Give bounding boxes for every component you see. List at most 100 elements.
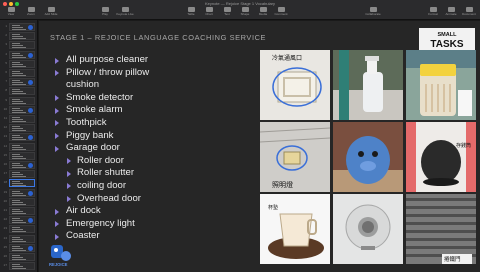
navigator-slide-item[interactable]: 19 <box>2 188 36 198</box>
slide-thumbnail[interactable] <box>9 234 35 243</box>
collaborate-button[interactable]: Collaborate <box>364 7 382 19</box>
comment-button[interactable]: Comment <box>272 7 290 19</box>
bullet-text: Air dock <box>66 205 101 217</box>
navigator-slide-item[interactable]: 9 <box>2 96 36 106</box>
navigator-slide-item[interactable]: 16 <box>2 161 36 170</box>
slide-navigator[interactable]: 1 2 3 4 5 6 7 8 9 10 11 12 13 14 15 16 17 18 19 20 21 22 23 24 2… <box>0 20 38 272</box>
slide-thumbnail[interactable] <box>9 243 35 252</box>
navigator-slide-item[interactable]: 24 <box>2 234 36 244</box>
slide-thumbnail[interactable] <box>9 142 35 151</box>
thumbnail-text-line <box>12 183 23 185</box>
slide-thumbnail[interactable] <box>9 161 35 169</box>
navigator-slide-item[interactable]: 7 <box>2 78 36 87</box>
slide-thumbnail[interactable] <box>9 41 35 50</box>
thumbnail-text-line <box>12 236 20 238</box>
navigator-slide-item[interactable]: 4 <box>2 50 36 60</box>
add-slide-button[interactable]: Add Slide <box>42 7 60 19</box>
thumbnail-text-line <box>12 157 26 159</box>
shape-button[interactable]: Shape <box>236 7 254 19</box>
chart-button[interactable]: Chart <box>200 7 218 19</box>
animate-button[interactable]: Animate <box>442 7 460 19</box>
thumbnail-text-line <box>12 155 23 157</box>
navigator-slide-item[interactable]: 26 <box>2 253 36 262</box>
navigator-slide-item[interactable]: 10 <box>2 105 36 115</box>
thumbnail-text-line <box>12 218 20 220</box>
navigator-slide-item[interactable]: 22 <box>2 216 36 225</box>
format-label: Format <box>428 12 438 16</box>
navigator-slide-item[interactable]: 15 <box>2 151 36 161</box>
navigator-slide-item[interactable]: 12 <box>2 124 36 133</box>
navigator-slide-item[interactable]: 13 <box>2 133 36 142</box>
slide-thumbnail[interactable] <box>9 197 35 206</box>
bullet-item: All purpose cleaner <box>53 54 253 67</box>
thumbnail-text-line <box>12 56 26 58</box>
navigator-slide-item[interactable]: 11 <box>2 115 36 124</box>
slide-thumbnail[interactable] <box>9 124 35 133</box>
navigator-slide-item[interactable]: 1 <box>2 23 36 32</box>
thumbnail-text-line <box>12 119 23 120</box>
navigator-slide-item[interactable]: 27 <box>2 262 36 271</box>
slide-thumbnail[interactable] <box>9 78 35 87</box>
thumbnail-text-line <box>12 190 20 192</box>
navigator-slide-item[interactable]: 8 <box>2 87 36 96</box>
thumbnail-text-line <box>12 222 26 224</box>
bullet-text: Roller door <box>77 154 124 166</box>
smoke-detector-illustration <box>333 194 403 264</box>
navigator-slide-item[interactable]: 25 <box>2 243 36 253</box>
navigator-slide-item[interactable]: 23 <box>2 225 36 234</box>
view-button[interactable]: View <box>2 7 20 19</box>
slide-thumbnail[interactable] <box>9 96 35 105</box>
media-button[interactable]: Media <box>254 7 272 19</box>
navigator-slide-item[interactable]: 17 <box>2 170 36 179</box>
text-button[interactable]: Text <box>218 7 236 19</box>
navigator-slide-item[interactable]: 2 <box>2 32 36 41</box>
thumbnail-text-line <box>12 238 23 240</box>
bullet-arrow-icon <box>55 95 59 102</box>
navigator-slide-item[interactable]: 20 <box>2 197 36 207</box>
slide-number: 6 <box>5 70 7 74</box>
thumbnail-text-line <box>12 240 26 242</box>
navigator-slide-item[interactable]: 18 <box>2 179 36 188</box>
slide-thumbnail[interactable] <box>9 207 35 215</box>
slide-thumbnail[interactable] <box>9 253 35 261</box>
navigator-slide-item[interactable]: 21 <box>2 207 36 216</box>
navigator-slide-item[interactable]: 14 <box>2 142 36 152</box>
navigator-slide-item[interactable]: 5 <box>2 59 36 69</box>
keynote-live-label: Keynote Live <box>116 12 134 16</box>
thumbnail-text-line <box>12 73 23 74</box>
format-button[interactable]: Format <box>424 7 442 19</box>
thumbnail-logo-mark <box>28 107 33 113</box>
thumbnail-logo-mark <box>28 80 33 86</box>
slide-thumbnail[interactable] <box>9 59 35 68</box>
slide-number: 19 <box>3 189 7 194</box>
thumbnail-text-line <box>12 257 23 258</box>
slide-thumbnail[interactable] <box>9 23 35 31</box>
bullet-item: Air dock <box>53 205 253 218</box>
slide-thumbnail[interactable] <box>9 133 35 142</box>
table-button[interactable]: Table <box>182 7 200 19</box>
navigator-slide-item[interactable]: 3 <box>2 41 36 50</box>
vocabulary-list: All purpose cleaner Pillow / throw pillow… <box>53 54 253 243</box>
slide-thumbnail[interactable] <box>9 179 35 188</box>
slide-thumbnail[interactable] <box>9 170 35 179</box>
thumbnail-text-line <box>12 227 20 229</box>
play-button[interactable]: Play <box>96 7 114 19</box>
slide-thumbnail[interactable] <box>9 105 35 114</box>
slide-thumbnail[interactable] <box>9 216 35 225</box>
slide-thumbnail[interactable] <box>9 262 35 271</box>
bullet-arrow-icon <box>55 57 59 64</box>
document-button[interactable]: Document <box>460 7 478 19</box>
keynote-live-button[interactable]: Keynote Live <box>116 7 134 19</box>
slide-thumbnail[interactable] <box>9 225 35 234</box>
slide-thumbnail[interactable] <box>9 151 35 160</box>
slide-thumbnail[interactable] <box>9 32 35 41</box>
slide-canvas[interactable]: STAGE 1 – REJOICE LANGUAGE COACHING SERV… <box>39 21 480 272</box>
slide-thumbnail[interactable] <box>9 50 35 59</box>
navigator-slide-item[interactable]: 6 <box>2 69 36 78</box>
zoom-button[interactable]: Zoom <box>22 7 40 19</box>
slide-number: 26 <box>3 254 7 258</box>
slide-thumbnail[interactable] <box>9 69 35 77</box>
slide-thumbnail[interactable] <box>9 115 35 123</box>
slide-thumbnail[interactable] <box>9 87 35 96</box>
slide-thumbnail[interactable] <box>9 188 35 197</box>
